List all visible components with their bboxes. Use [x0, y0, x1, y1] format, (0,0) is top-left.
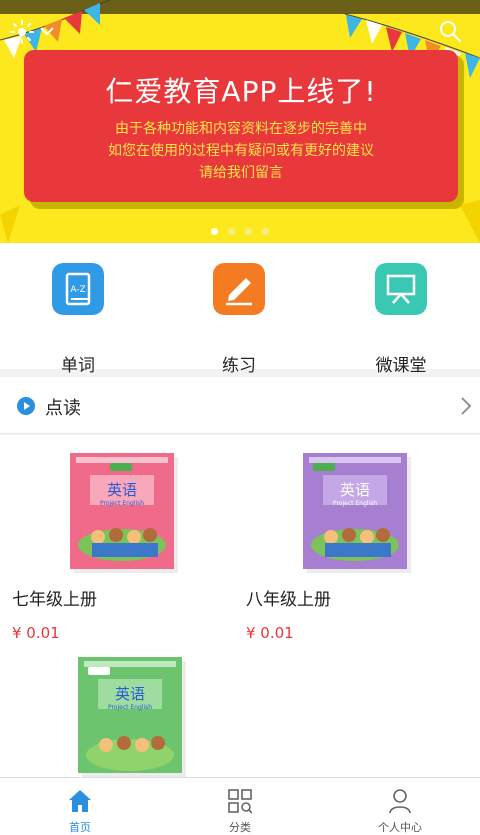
banner-card: 仁爱教育APP上线了! 由于各种功能和内容资料在逐步的完善中 如您在使用的过程中… [24, 50, 458, 202]
book-price: ¥ 0.01 [12, 624, 60, 642]
shortcut-label: 单词 [61, 356, 95, 376]
presentation-board-icon [375, 263, 427, 315]
tab-home[interactable]: 首页 [20, 778, 140, 835]
tab-category[interactable]: 分类 [180, 778, 300, 835]
pen-edit-icon [213, 263, 265, 315]
shortcut-row: A-Z 单词 练习 微课堂 [0, 243, 480, 376]
shortcut-practice[interactable]: 练习 [189, 263, 289, 376]
chevron-right-icon[interactable] [460, 396, 472, 416]
banner-line-3: 请给我们留言 [199, 165, 283, 181]
section-title: 点读 [45, 398, 81, 419]
cover-subtitle: Project English [108, 704, 152, 711]
sun-icon[interactable] [10, 20, 34, 44]
tab-label: 个人中心 [378, 821, 422, 834]
svg-text:A-Z: A-Z [70, 285, 85, 295]
tab-profile[interactable]: 个人中心 [340, 778, 460, 835]
tab-label: 分类 [229, 821, 251, 834]
cover-title: 英语 [107, 481, 137, 499]
carousel-dot[interactable] [211, 228, 218, 235]
book-name[interactable]: 八年级上册 [246, 585, 331, 610]
bottom-tab-bar: 首页 分类 个人中心 [0, 777, 480, 835]
chevron-down-icon[interactable] [40, 25, 54, 37]
banner-title: 仁爱教育APP上线了! [105, 75, 377, 108]
section-header-reading[interactable]: 点读 [0, 377, 480, 434]
cover-title: 英语 [115, 685, 145, 703]
person-icon [389, 789, 411, 814]
banner-line-2: 如您在使用的过程中有疑问或有更好的建议 [108, 143, 374, 159]
carousel-indicator [0, 228, 480, 238]
home-icon [69, 790, 91, 812]
carousel-dot[interactable] [262, 228, 269, 235]
carousel-dot[interactable] [245, 228, 252, 235]
banner-line-1: 由于各种功能和内容资料在逐步的完善中 [115, 121, 367, 137]
cover-title: 英语 [340, 481, 370, 499]
shortcut-words[interactable]: A-Z 单词 [28, 263, 128, 376]
book-cover[interactable]: 英语 Project English [70, 453, 178, 573]
category-grid-icon [228, 789, 252, 814]
book-price: ¥ 0.01 [246, 624, 294, 642]
book-grid: 英语 Project English 七年级上册 ¥ 0.01 英语 Proje… [0, 435, 480, 777]
book-cover[interactable]: 英语 Project English [78, 657, 186, 777]
promo-banner[interactable]: 仁爱教育APP上线了! 由于各种功能和内容资料在逐步的完善中 如您在使用的过程中… [0, 0, 480, 243]
search-icon[interactable] [438, 19, 462, 43]
shortcut-micro-class[interactable]: 微课堂 [351, 263, 451, 376]
play-circle-icon [17, 397, 35, 415]
shortcut-label: 练习 [222, 356, 256, 376]
cover-subtitle: Project English [100, 500, 144, 507]
book-cover[interactable]: 英语 Project English [303, 453, 411, 573]
carousel-dot[interactable] [228, 228, 235, 235]
tab-label: 首页 [69, 821, 91, 834]
book-name[interactable]: 七年级上册 [12, 585, 97, 610]
shortcut-label: 微课堂 [375, 356, 427, 376]
cover-subtitle: Project English [333, 500, 377, 507]
a-z-book-icon: A-Z [52, 263, 104, 315]
